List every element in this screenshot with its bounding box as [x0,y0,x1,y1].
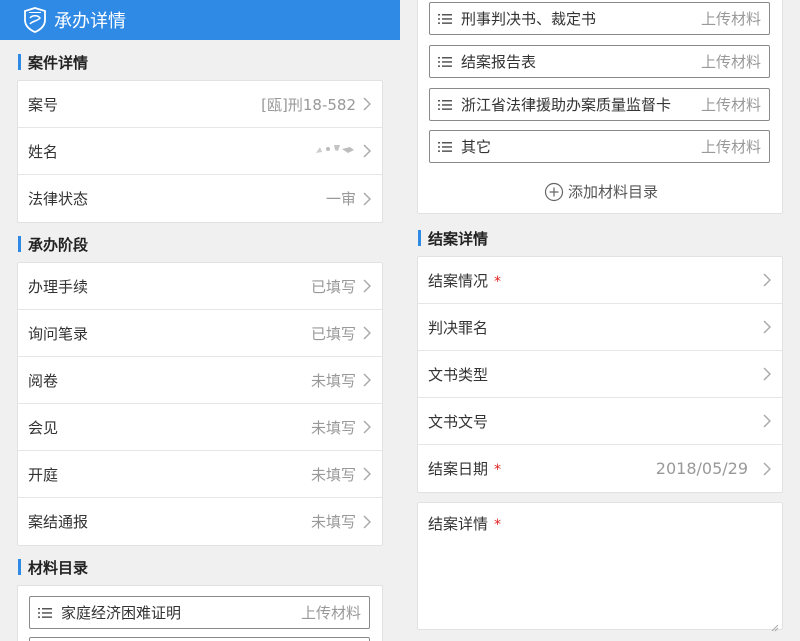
material-name: 结案报告表 [461,53,537,71]
material-item[interactable]: 浙江省法律援助办案质量监督卡 上传材料 [429,88,770,121]
list-icon [438,98,452,112]
upload-material-button[interactable]: 上传材料 [701,8,761,29]
close-details-card: 结案情况 * 判决罪名 文书类型 文书文号 结案日期 * 2018/05/29 [417,256,783,493]
list-icon [38,606,52,620]
list-icon [438,12,452,26]
case-section-heading: 案件详情 [18,52,88,72]
close-details-label: 结案详情 [428,515,489,533]
document-number-row[interactable]: 文书文号 [418,398,782,445]
chevron-right-icon [362,278,372,294]
stage-status: 未填写 [310,513,356,531]
stage-status: 已填写 [310,277,356,296]
field-label: 结案日期 [428,460,489,478]
material-item[interactable]: 其它 上传材料 [429,130,770,163]
required-asterisk: * [494,462,502,478]
resize-handle-icon[interactable] [771,618,779,632]
stage-section-heading: 承办阶段 [18,234,88,254]
field-label: 判决罪名 [428,318,489,337]
case-details-card: 案号 [瓯]刑18-582 姓名 法律状态 一审 [17,80,383,223]
material-item[interactable]: 刑事判决书、裁定书 上传材料 [429,2,770,35]
upload-material-button[interactable]: 上传材料 [301,602,361,623]
chevron-right-icon [362,191,372,207]
app-header: 承办详情 [0,0,400,40]
field-label: 结案情况 [428,271,489,290]
close-section-title: 结案详情 [428,229,489,248]
stage-row-report[interactable]: 案结通报 未填写 [18,498,382,545]
chevron-right-icon [362,96,372,112]
chevron-right-icon [362,143,372,159]
material-item[interactable]: 结案报告表 上传材料 [429,45,770,78]
close-date-row[interactable]: 结案日期 * 2018/05/29 [418,445,782,492]
stage-row-hearing[interactable]: 开庭 未填写 [18,451,382,498]
chevron-right-icon [762,319,772,335]
stage-card: 办理手续 已填写 询问笔录 已填写 阅卷 未填写 会见 未填写 开庭 未填写 案… [17,262,383,546]
add-material-label: 添加材料目录 [568,183,659,201]
materials-section-heading: 材料目录 [18,557,88,577]
stage-row-meeting[interactable]: 会见 未填写 [18,404,382,451]
legal-status-value: 一审 [325,190,356,208]
section-accent-bar [418,230,421,246]
section-accent-bar [18,54,21,70]
stage-section-title: 承办阶段 [28,235,89,254]
required-asterisk: * [494,273,502,290]
chevron-right-icon [762,413,772,429]
chevron-right-icon [762,461,772,477]
stage-status: 未填写 [310,418,356,437]
plus-circle-icon [544,182,564,202]
page-title: 承办详情 [54,11,126,32]
right-panel: 刑事判决书、裁定书 上传材料 结案报告表 上传材料 浙江省法律援助办案质量监督卡… [400,0,800,641]
list-icon [438,55,452,69]
close-date-value: 2018/05/29 [655,459,748,478]
chevron-right-icon [362,466,372,482]
left-panel: 承办详情 案件详情 案号 [瓯]刑18-582 姓名 法律状态 一审 承办阶段 … [0,0,400,641]
material-item-partial [29,637,370,641]
material-name: 浙江省法律援助办案质量监督卡 [461,96,672,114]
materials-section-title: 材料目录 [28,558,89,577]
upload-material-button[interactable]: 上传材料 [701,94,761,115]
charge-row[interactable]: 判决罪名 [418,304,782,351]
add-material-button[interactable]: 添加材料目录 [544,181,658,202]
chevron-right-icon [362,419,372,435]
chevron-right-icon [762,366,772,382]
upload-material-button[interactable]: 上传材料 [701,136,761,157]
chevron-right-icon [362,325,372,341]
close-section-heading: 结案详情 [418,228,488,248]
name-row[interactable]: 姓名 [18,128,382,175]
section-accent-bar [18,559,21,575]
document-type-row[interactable]: 文书类型 [418,351,782,398]
case-section-title: 案件详情 [28,53,89,72]
close-status-row[interactable]: 结案情况 * [418,257,782,304]
field-label: 文书类型 [428,365,489,384]
material-item[interactable]: 家庭经济困难证明 上传材料 [29,596,370,629]
chevron-right-icon [362,372,372,388]
upload-material-button[interactable]: 上传材料 [701,51,761,72]
chevron-right-icon [362,514,372,530]
section-accent-bar [18,236,21,252]
name-redacted-value [314,141,356,161]
redacted-name-icon [316,145,354,153]
chevron-right-icon [762,272,772,288]
case-number-row[interactable]: 案号 [瓯]刑18-582 [18,81,382,128]
shield-logo-icon [22,6,48,34]
close-details-textarea[interactable]: 结案详情 * [417,502,783,632]
material-name: 其它 [461,138,492,156]
list-icon [438,140,452,154]
stage-row-procedures[interactable]: 办理手续 已填写 [18,263,382,310]
stage-row-inquiry[interactable]: 询问笔录 已填写 [18,310,382,357]
stage-row-review[interactable]: 阅卷 未填写 [18,357,382,404]
legal-status-row[interactable]: 法律状态 一审 [18,175,382,222]
stage-status: 已填写 [310,324,356,343]
material-name: 刑事判决书、裁定书 [461,10,597,28]
case-number-value: [瓯]刑18-582 [261,95,356,114]
field-label: 文书文号 [428,412,489,431]
material-name: 家庭经济困难证明 [61,604,182,622]
stage-status: 未填写 [310,371,356,390]
required-asterisk: * [494,517,502,533]
stage-status: 未填写 [310,465,356,484]
